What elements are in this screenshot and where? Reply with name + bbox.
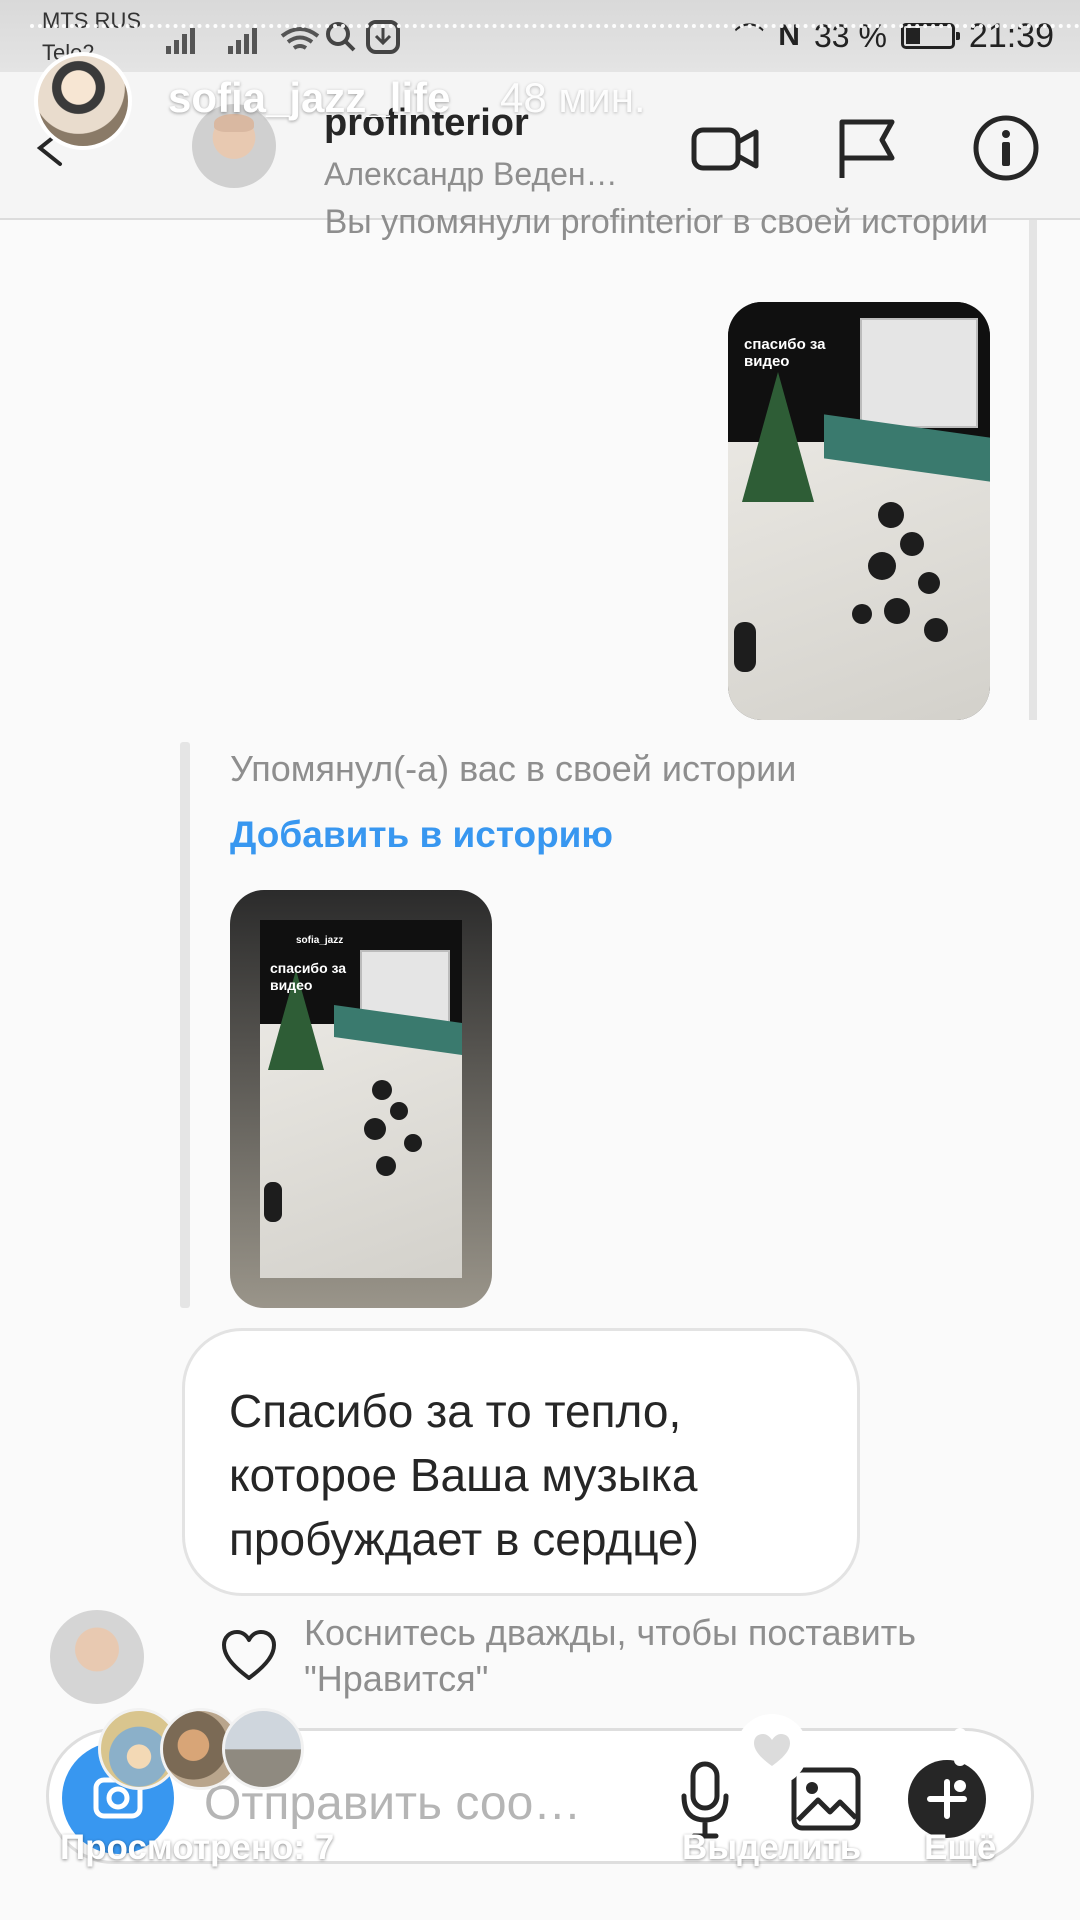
more-label[interactable]: Ещё [924, 1828, 996, 1868]
add-to-story-link[interactable]: Добавить в историю [230, 814, 613, 856]
carrier-label-1: MTS RUS [42, 8, 141, 33]
sent-mention-text: Вы упомянули profinterior в своей истори… [324, 203, 988, 241]
received-mention-text: Упомянул(-а) вас в своей истории [230, 748, 797, 789]
highlight-button[interactable] [736, 1714, 808, 1786]
more-actions-button[interactable] [908, 1760, 986, 1838]
headphones-icon: ⌒ [734, 23, 765, 56]
status-icons: ⌒ N 33 % 21:39 [734, 14, 1054, 58]
sender-avatar[interactable] [50, 1610, 144, 1704]
heart-icon[interactable] [220, 1628, 278, 1682]
story-avatar[interactable] [34, 52, 132, 150]
scroll-indicator [1029, 220, 1037, 720]
heart-filled-icon [754, 1734, 790, 1766]
highlight-label[interactable]: Выделить [682, 1828, 861, 1868]
story-progress-bar [30, 24, 1080, 28]
quote-bar [180, 742, 190, 1308]
thumb-username: sofia_jazz [296, 935, 344, 946]
story-username[interactable]: sofia_jazz_life [168, 74, 450, 122]
thumb-caption: спасибо за видео [744, 336, 826, 370]
header-full-name: Александр Веден… [324, 156, 618, 192]
more-dots-icon[interactable] [950, 1724, 970, 1798]
plus-icon [927, 1779, 967, 1819]
sent-story-thumbnail[interactable]: спасибо за видео [728, 302, 990, 720]
flag-icon[interactable] [830, 112, 902, 184]
clock: 21:39 [968, 16, 1054, 55]
message-text: Спасибо за то тепло, которое Ваша музыка… [229, 1385, 699, 1565]
info-icon[interactable] [970, 112, 1042, 184]
received-story-thumbnail[interactable]: спасибо за видео sofia_jazz [230, 890, 492, 1308]
video-call-icon[interactable] [690, 112, 762, 184]
viewer-avatar-3[interactable] [222, 1708, 304, 1790]
message-bubble[interactable]: Спасибо за то тепло, которое Ваша музыка… [182, 1328, 860, 1596]
thumb-caption: спасибо за видео [270, 960, 347, 993]
like-hint: Коснитесь дважды, чтобы поставить "Нрави… [304, 1612, 917, 1699]
story-timestamp: 48 мин. [500, 74, 646, 121]
viewed-count[interactable]: Просмотрено: 7 [60, 1828, 334, 1868]
